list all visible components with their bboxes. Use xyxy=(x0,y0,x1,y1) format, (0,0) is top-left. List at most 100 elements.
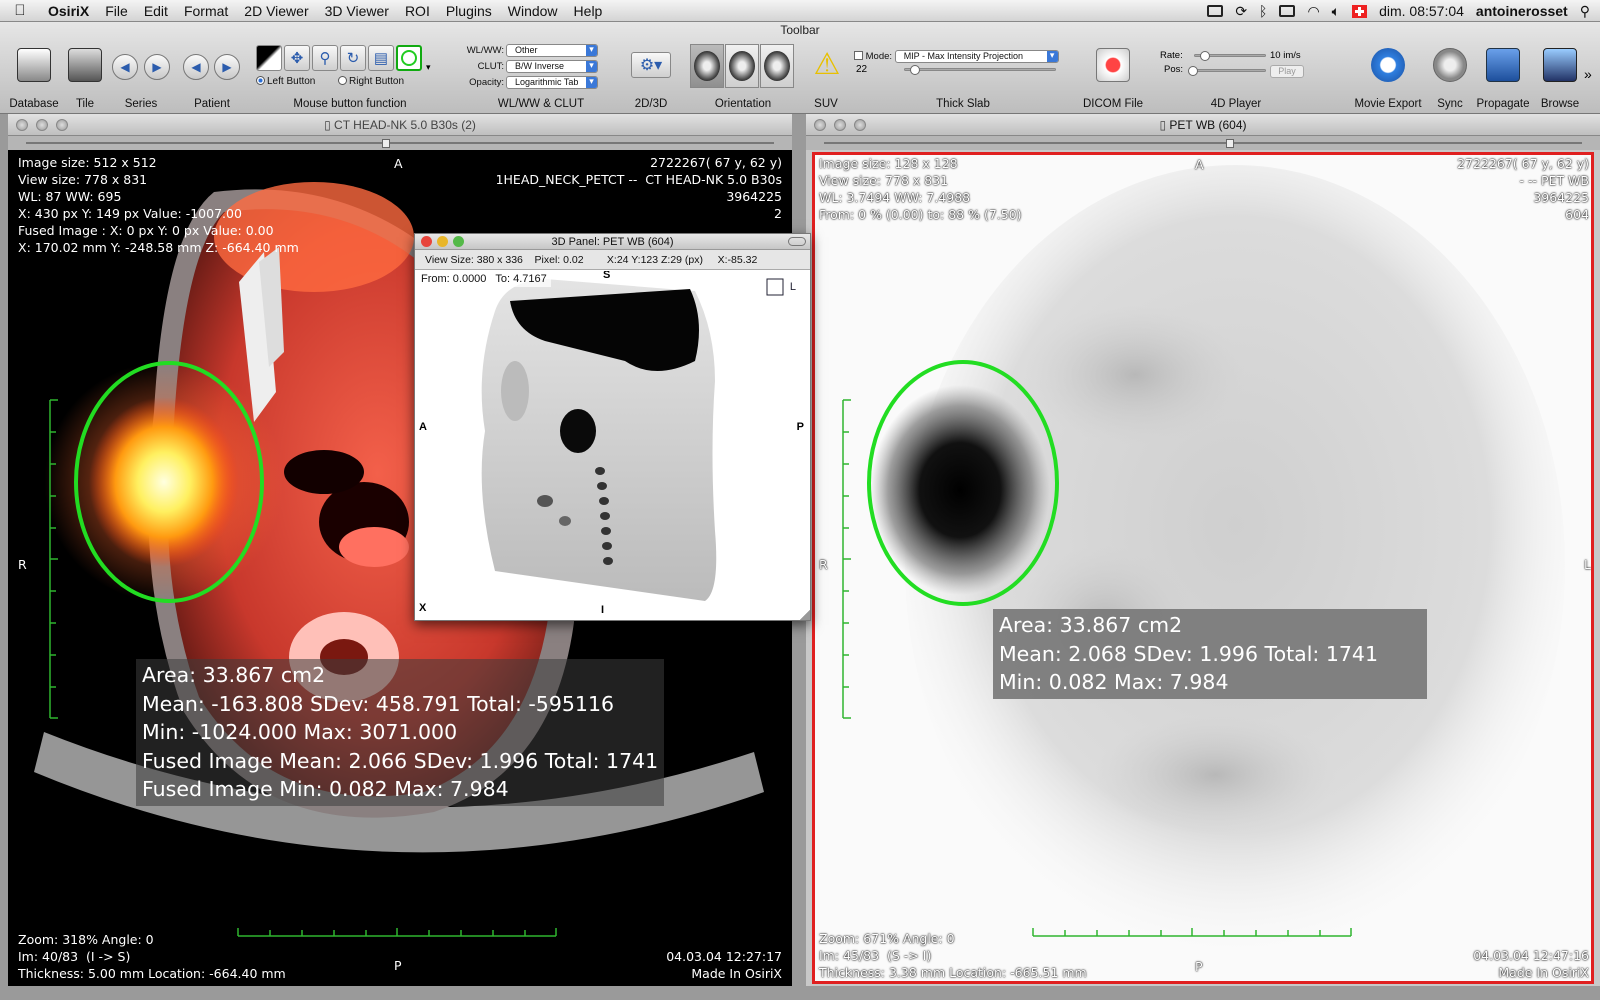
menu-clock[interactable]: dim. 08:57:04 xyxy=(1379,3,1464,19)
bluetooth-icon[interactable]: ᛒ xyxy=(1259,3,1267,19)
rotate-tool-icon[interactable]: ↻ xyxy=(340,45,366,71)
right-button-radio[interactable]: Right Button xyxy=(338,76,404,87)
pet-slice-thumb[interactable] xyxy=(1226,139,1234,148)
pet-close-button[interactable] xyxy=(814,119,826,131)
dicom-file-icon xyxy=(1096,48,1130,82)
pet-image-canvas[interactable]: Image size: 128 x 128 View size: 778 x 8… xyxy=(812,152,1594,984)
dicom-file-label: DICOM File xyxy=(1082,98,1144,110)
resize-grip-icon[interactable] xyxy=(800,610,810,620)
pet-roi-stats: Area: 33.867 cm2 Mean: 2.068 SDev: 1.996… xyxy=(993,609,1427,699)
menu-app[interactable]: OsiriX xyxy=(40,3,97,19)
pet-zoom-button[interactable] xyxy=(854,119,866,131)
mip-sagittal-image xyxy=(481,278,784,601)
ct-slice-slider[interactable] xyxy=(8,136,792,150)
panel-3d-titlebar[interactable]: 3D Panel: PET WB (604) xyxy=(415,234,810,250)
battery-icon[interactable] xyxy=(1207,5,1224,17)
radiation-warning-icon: ⚠ xyxy=(813,48,841,81)
panel-3d-toolbar-toggle[interactable] xyxy=(788,237,806,246)
pos-label: Pos: xyxy=(1164,64,1184,75)
ct-overlay-bottom-left: Zoom: 318% Angle: 0 Im: 40/83 (I -> S) T… xyxy=(18,932,286,981)
play-button[interactable]: Play xyxy=(1270,65,1304,78)
dicom-file-button[interactable]: DICOM File xyxy=(1080,40,1146,112)
thick-slab-checkbox[interactable] xyxy=(854,51,863,61)
ct-slice-thumb[interactable] xyxy=(382,139,390,148)
opacity-label: Opacity: xyxy=(469,77,504,89)
pos-slider-knob[interactable] xyxy=(1188,66,1198,76)
panel-3d-close-button[interactable] xyxy=(421,236,432,247)
sagittal-orientation-button[interactable] xyxy=(760,44,794,88)
thick-slab-slider[interactable] xyxy=(904,68,1056,71)
move-tool-icon[interactable]: ✥ xyxy=(284,45,310,71)
toolbar-overflow-icon[interactable]: » xyxy=(1584,66,1592,82)
database-button[interactable]: Database xyxy=(4,40,64,112)
panel-3d-zoom-button[interactable] xyxy=(453,236,464,247)
propagate-button[interactable]: Propagate xyxy=(1474,40,1532,112)
menu-extras: ⟳ ᛒ ◠ 🔈︎ dim. 08:57:04 antoinerosset ⚲ xyxy=(1207,0,1590,22)
patient-next-button[interactable]: ▶ xyxy=(214,54,240,80)
oval-roi-tool-icon[interactable] xyxy=(396,45,422,71)
tile-button[interactable]: Tile xyxy=(64,40,106,112)
menu-plugins[interactable]: Plugins xyxy=(438,3,500,19)
menu-roi[interactable]: ROI xyxy=(397,3,438,19)
wlww-tool-icon[interactable] xyxy=(256,45,282,71)
pet-viewer-title: PET WB (604) xyxy=(1169,118,1247,132)
thick-slab-label: Thick Slab xyxy=(936,98,990,110)
menu-file[interactable]: File xyxy=(97,3,136,19)
pet-slice-slider[interactable] xyxy=(806,136,1600,150)
pos-slider[interactable] xyxy=(1194,69,1266,72)
menu-user[interactable]: antoinerosset xyxy=(1476,3,1568,19)
panel-3d-minimize-button[interactable] xyxy=(437,236,448,247)
ct-roi-stats: Area: 33.867 cm2 Mean: -163.808 SDev: 45… xyxy=(136,659,665,806)
suv-button[interactable]: ⚠ SUV xyxy=(804,40,848,112)
panel-3d-info: View Size: 380 x 336 Pixel: 0.02 X:24 Y:… xyxy=(415,250,810,270)
coronal-orientation-button[interactable] xyxy=(725,44,759,88)
panel-3d-canvas[interactable]: From: 0.0000 To: 4.7167 S I A P X L xyxy=(415,271,810,620)
pet-minimize-button[interactable] xyxy=(834,119,846,131)
wlww-select[interactable]: Other xyxy=(506,44,598,57)
menu-2d-viewer[interactable]: 2D Viewer xyxy=(236,3,316,19)
browse-icon xyxy=(1543,48,1577,82)
menu-edit[interactable]: Edit xyxy=(136,3,176,19)
patient-previous-button[interactable]: ◀ xyxy=(183,54,209,80)
ct-close-button[interactable] xyxy=(16,119,28,131)
rate-slider-knob[interactable] xyxy=(1200,51,1210,61)
left-button-radio[interactable]: Left Button xyxy=(256,76,315,87)
zoom-tool-icon[interactable]: ⚲ xyxy=(312,45,338,71)
thick-slab-mode-select[interactable]: MIP - Max Intensity Projection xyxy=(894,50,1059,63)
menu-window[interactable]: Window xyxy=(500,3,566,19)
pet-viewer-titlebar[interactable]: ▯ PET WB (604) xyxy=(806,114,1600,136)
ct-minimize-button[interactable] xyxy=(36,119,48,131)
sync-status-icon[interactable]: ⟳ xyxy=(1235,3,1247,20)
scroll-tool-icon[interactable]: ▤ xyxy=(368,45,394,71)
gear-icon[interactable]: ⚙▾ xyxy=(631,52,671,78)
display-icon[interactable] xyxy=(1279,5,1296,17)
axial-orientation-button[interactable] xyxy=(690,44,724,88)
volume-icon[interactable]: 🔈︎ xyxy=(1332,3,1340,20)
clut-select[interactable]: B/W Inverse xyxy=(506,60,598,73)
toolbar: Toolbar Database Tile ◀ ▶ Series ◀ ▶ Pat… xyxy=(0,22,1600,114)
ct-viewer-titlebar[interactable]: ▯ CT HEAD-NK 5.0 B30s (2) xyxy=(8,114,792,136)
wlww-clut-group: WL/WW:Other CLUT:B/W Inverse Opacity:Log… xyxy=(466,40,616,112)
menu-help[interactable]: Help xyxy=(566,3,611,19)
sagittal-brain-icon xyxy=(764,51,790,81)
thick-slab-slider-knob[interactable] xyxy=(910,65,920,75)
apple-menu-icon[interactable]:  xyxy=(0,2,40,19)
sync-button[interactable]: Sync xyxy=(1430,40,1470,112)
orientation-cube-icon[interactable]: L xyxy=(790,281,796,293)
ct-zoom-button[interactable] xyxy=(56,119,68,131)
series-previous-button[interactable]: ◀ xyxy=(112,54,138,80)
spotlight-icon[interactable]: ⚲ xyxy=(1580,3,1590,20)
browse-button[interactable]: Browse xyxy=(1536,40,1584,112)
series-next-button[interactable]: ▶ xyxy=(144,54,170,80)
swiss-flag-input-icon[interactable] xyxy=(1352,4,1368,18)
wlww-label: WL/WW: xyxy=(466,45,504,57)
menu-3d-viewer[interactable]: 3D Viewer xyxy=(317,3,397,19)
opacity-select[interactable]: Logarithmic Tab xyxy=(506,76,598,89)
pet-overlay-bottom-right: 04.03.04 12:47:16 Made In OsiriX xyxy=(1473,948,1589,980)
tile-icon xyxy=(68,48,102,82)
menu-format[interactable]: Format xyxy=(176,3,236,19)
ct-overlay-top-right: 2722267( 67 y, 62 y) 1HEAD_NECK_PETCT --… xyxy=(495,155,782,221)
movie-export-button[interactable]: Movie Export xyxy=(1352,40,1424,112)
tool-menu-chevron-icon[interactable]: ▾ xyxy=(426,62,431,73)
wifi-icon[interactable]: ◠ xyxy=(1307,3,1319,20)
